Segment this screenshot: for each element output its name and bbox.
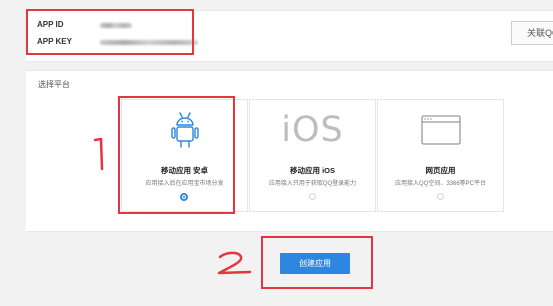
platform-radio[interactable] (437, 193, 444, 200)
platform-radio[interactable] (309, 193, 316, 200)
annotation-step-1 (92, 136, 108, 177)
platform-option-web[interactable]: 网页应用 应用接入QQ空间、3366等PC平台 (377, 99, 504, 212)
platform-desc: 应用接入只用于获取QQ登录能力 (268, 181, 357, 187)
annotation-step-2 (214, 250, 254, 283)
ios-icon: iOS (281, 109, 344, 150)
platform-title: 移动应用 iOS (289, 166, 335, 175)
select-platform-label: 选择平台 (38, 80, 70, 89)
platform-title: 网页应用 (425, 166, 456, 175)
android-highlight-box (118, 96, 235, 214)
link-qq-button[interactable]: 关联QQ (511, 21, 553, 45)
credentials-highlight-box (26, 9, 194, 55)
create-app-button[interactable]: 创建应用 (280, 253, 350, 274)
platform-option-ios[interactable]: iOS 移动应用 iOS 应用接入只用于获取QQ登录能力 (249, 99, 376, 212)
platform-desc: 应用接入QQ空间、3366等PC平台 (394, 181, 487, 187)
browser-window-icon (378, 108, 503, 152)
